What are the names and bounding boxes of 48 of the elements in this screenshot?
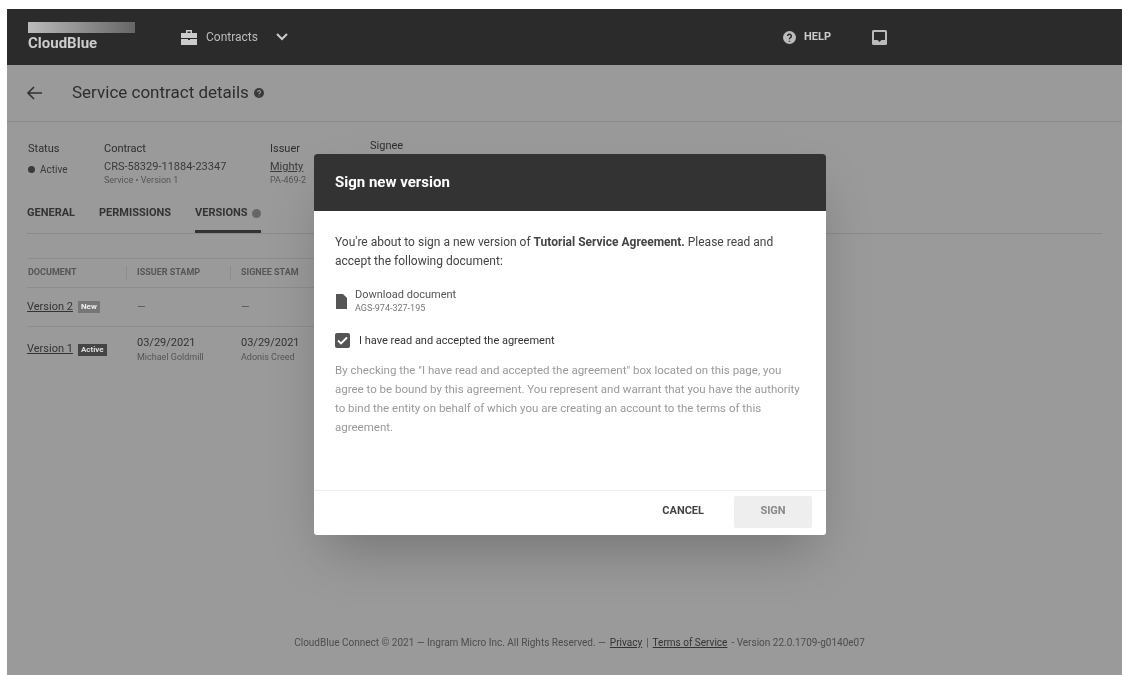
field-label: Signee [370, 139, 405, 153]
privacy-link[interactable]: Privacy [609, 635, 643, 650]
version-link[interactable]: Version 2 [27, 298, 73, 316]
stamp-name: Michael Goldmill [137, 351, 205, 364]
inbox-icon[interactable] [871, 28, 888, 46]
stamp-date: 03/29/2021 [137, 334, 197, 351]
back-arrow-icon[interactable] [27, 86, 43, 100]
check-icon [337, 336, 348, 346]
tab[interactable]: PERMISSIONS [99, 197, 172, 233]
document-icon [335, 293, 347, 309]
tab[interactable]: GENERAL [27, 197, 76, 233]
cancel-button[interactable]: CANCEL [656, 495, 710, 528]
version-link[interactable]: Version 1 [27, 341, 73, 358]
issuer-link[interactable]: Mighty [270, 160, 304, 174]
status-badge: Active [77, 343, 107, 356]
field-label: Contract [104, 142, 147, 156]
dialog-intro: You're about to sign a new version of Tutorial Service Agreement. Please read and accept the following document: [335, 234, 775, 270]
field-subtext: PA-469-2 [270, 174, 307, 186]
column-header: SIGNEE STAM [240, 266, 299, 280]
status-badge: New [77, 301, 100, 313]
field-label: Issuer [270, 142, 301, 156]
checkbox-label: I have read and accepted the agreement [359, 332, 555, 349]
logo[interactable]: CloudBlue [28, 21, 138, 53]
column-header: ISSUER STAMP [127, 266, 231, 280]
agreement-checkbox[interactable] [335, 333, 350, 349]
briefcase-icon [180, 29, 198, 45]
page-title: Service contract details [72, 81, 249, 105]
stamp-date: — [241, 298, 250, 315]
document-id: AGS-974-327-195 [355, 302, 427, 315]
footer-version: - Version 22.0.1709-g0140e07 [731, 636, 865, 650]
tab[interactable]: VERSIONS [195, 197, 261, 233]
dialog-title: Sign new version [335, 172, 450, 194]
terms-text: By checking the "I have read and accepted the agreement" box located on this page, you agree to be bound by this agreement. You represent and warrant that you have the authority to bind the entity on behalf of which you are creating an account to the terms of this agreement. [335, 362, 801, 436]
help-button[interactable]: HELP [783, 28, 831, 46]
status-text: Active [40, 163, 68, 177]
column-header: DOCUMENT [27, 266, 127, 280]
field-label: Status [28, 142, 61, 156]
sign-button[interactable]: SIGN [734, 495, 812, 528]
chevron-down-icon [275, 33, 288, 41]
module-menu[interactable]: Contracts [180, 28, 288, 46]
footer-separator: | [646, 636, 649, 650]
stamp-date: 03/29/2021 [241, 334, 300, 351]
stamp-name: Adonis Creed [241, 351, 296, 364]
terms-link[interactable]: Terms of Service [652, 635, 728, 650]
footer-text: CloudBlue Connect © 2021 — Ingram Micro Inc. All Rights Reserved. — [294, 636, 606, 650]
stamp-date: — [137, 298, 147, 315]
field-value: CRS-58329-11884-23347 [104, 160, 227, 174]
download-link[interactable]: Download document [355, 287, 457, 302]
